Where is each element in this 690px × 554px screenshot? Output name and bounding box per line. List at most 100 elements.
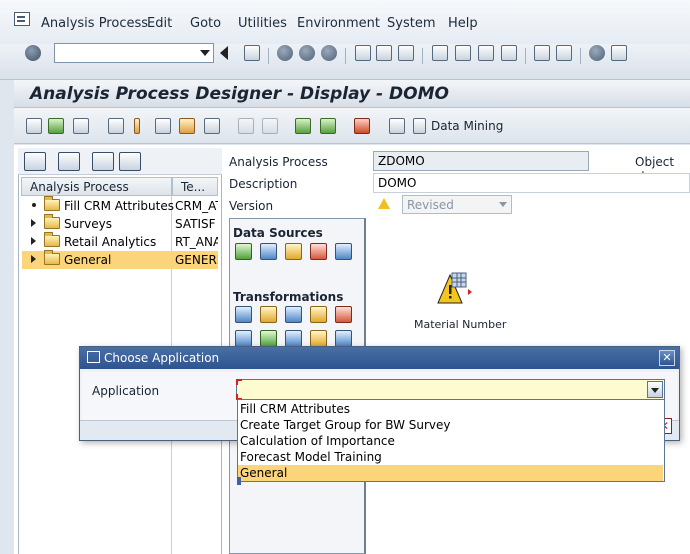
abap-routine-icon[interactable] (260, 330, 277, 347)
menu-environment[interactable]: Environment (297, 16, 380, 31)
hierarchy-icon[interactable] (108, 118, 124, 134)
page-title: Analysis Process Designer - Display - DO… (30, 84, 449, 104)
list-transform-icon[interactable] (335, 306, 352, 323)
find-icon[interactable] (92, 152, 114, 171)
transformations-title: Transformations (233, 290, 344, 304)
find-next-icon[interactable] (119, 152, 141, 171)
tree-column-header-process[interactable]: Analysis Process (21, 177, 172, 196)
monitor-icon[interactable] (204, 118, 220, 134)
activate-icon[interactable] (295, 118, 311, 134)
leaf-bullet-icon (32, 203, 36, 207)
attribute-source-icon[interactable] (285, 243, 302, 260)
find-next-icon[interactable] (398, 45, 414, 61)
list-icon[interactable] (73, 118, 89, 134)
close-button[interactable]: ✕ (659, 350, 675, 366)
toolbar-separator (580, 48, 581, 64)
shortcut-icon[interactable] (556, 45, 572, 61)
menu-goto[interactable]: Goto (190, 16, 221, 31)
description-field[interactable]: DOMO (373, 173, 690, 193)
file-source-icon[interactable] (310, 243, 327, 260)
chevron-down-icon[interactable] (200, 50, 210, 56)
pin-icon[interactable] (134, 118, 140, 134)
application-select[interactable] (236, 379, 665, 400)
expand-arrow-icon[interactable] (31, 237, 36, 245)
tree-row-general[interactable]: General GENERI (22, 250, 218, 269)
previous-page-icon[interactable] (455, 45, 471, 61)
tree-row-fill-crm-attributes[interactable]: Fill CRM Attributes CRM_AT (22, 196, 218, 215)
database-source-icon[interactable] (335, 243, 352, 260)
transform-icon[interactable] (235, 330, 252, 347)
folder-icon (44, 250, 60, 265)
folder-icon (44, 214, 60, 229)
data-mining-icon[interactable] (389, 118, 405, 134)
tree-row-label: General (64, 253, 112, 267)
sort-icon[interactable] (335, 330, 352, 347)
infoprovider-source-icon[interactable] (235, 243, 252, 260)
description-label: Description (229, 177, 298, 191)
transpose-icon[interactable] (285, 330, 302, 347)
expand-arrow-icon[interactable] (31, 219, 36, 227)
refresh-icon[interactable] (24, 152, 46, 171)
schedule-icon[interactable] (155, 118, 171, 134)
back-icon[interactable] (277, 45, 293, 61)
print-icon[interactable] (355, 45, 371, 61)
tree-row-surveys[interactable]: Surveys SATISF (22, 214, 218, 233)
query-source-icon[interactable] (260, 243, 277, 260)
dropdown-option-fill-crm-attributes[interactable]: Fill CRM Attributes (238, 401, 663, 417)
menu-utilities[interactable]: Utilities (238, 16, 287, 31)
aggregation-icon[interactable] (310, 306, 327, 323)
data-mining-table-icon[interactable] (413, 118, 426, 134)
menu-help[interactable]: Help (448, 16, 478, 31)
menu-edit[interactable]: Edit (147, 16, 172, 31)
material-number-node-icon[interactable] (436, 271, 472, 307)
filter-icon[interactable] (235, 306, 252, 323)
dropdown-option-calculation-of-importance[interactable]: Calculation of Importance (238, 433, 663, 449)
execute-icon[interactable] (320, 118, 336, 134)
toolbar-separator (268, 48, 269, 64)
focus-marker (237, 477, 241, 485)
projection-icon[interactable] (260, 306, 277, 323)
window-icon (87, 351, 100, 363)
dropdown-option-create-target-group[interactable]: Create Target Group for BW Survey (238, 417, 663, 433)
help-icon[interactable] (589, 45, 605, 61)
required-marker (236, 379, 242, 385)
data-sources-title: Data Sources (233, 226, 323, 240)
menu-analysis-process[interactable]: Analysis Process (41, 16, 148, 31)
save-icon[interactable] (244, 45, 260, 61)
join-icon[interactable] (285, 306, 302, 323)
tree-row-technical-name: SATISF (175, 217, 216, 231)
find-icon[interactable] (376, 45, 392, 61)
redo-icon[interactable] (262, 118, 278, 134)
folder-icon (44, 196, 60, 211)
check-icon[interactable] (48, 118, 64, 134)
menu-system[interactable]: System (387, 16, 435, 31)
node-label: Material Number (414, 318, 507, 331)
create-document-icon[interactable] (58, 152, 80, 171)
toolbar-separator (525, 48, 526, 64)
transport-icon[interactable] (179, 118, 195, 134)
dropdown-button[interactable] (647, 381, 663, 398)
collapse-arrow-icon[interactable] (220, 46, 228, 60)
create-session-icon[interactable] (534, 45, 550, 61)
command-field[interactable] (54, 43, 214, 63)
exit-icon[interactable] (299, 45, 315, 61)
next-page-icon[interactable] (478, 45, 494, 61)
tree-row-retail-analytics[interactable]: Retail Analytics RT_ANA (22, 232, 218, 251)
customize-layout-icon[interactable] (611, 45, 627, 61)
first-page-icon[interactable] (432, 45, 448, 61)
system-menu-icon[interactable] (14, 12, 30, 26)
vehicle-icon[interactable] (354, 118, 370, 134)
tree-column-header-technical[interactable]: Te... (172, 177, 218, 196)
data-mining-button[interactable]: Data Mining (431, 119, 503, 133)
change-display-icon[interactable] (26, 118, 42, 134)
dropdown-option-forecast-model-training[interactable]: Forecast Model Training (238, 449, 663, 465)
union-icon[interactable] (310, 330, 327, 347)
cancel-icon[interactable] (321, 45, 337, 61)
tree-row-technical-name: CRM_AT (175, 199, 218, 213)
version-value: Revised (407, 198, 454, 212)
undo-icon[interactable] (238, 118, 254, 134)
dropdown-option-general[interactable]: General (238, 465, 663, 481)
expand-arrow-icon[interactable] (31, 255, 36, 263)
enter-icon[interactable] (25, 45, 41, 61)
last-page-icon[interactable] (501, 45, 517, 61)
